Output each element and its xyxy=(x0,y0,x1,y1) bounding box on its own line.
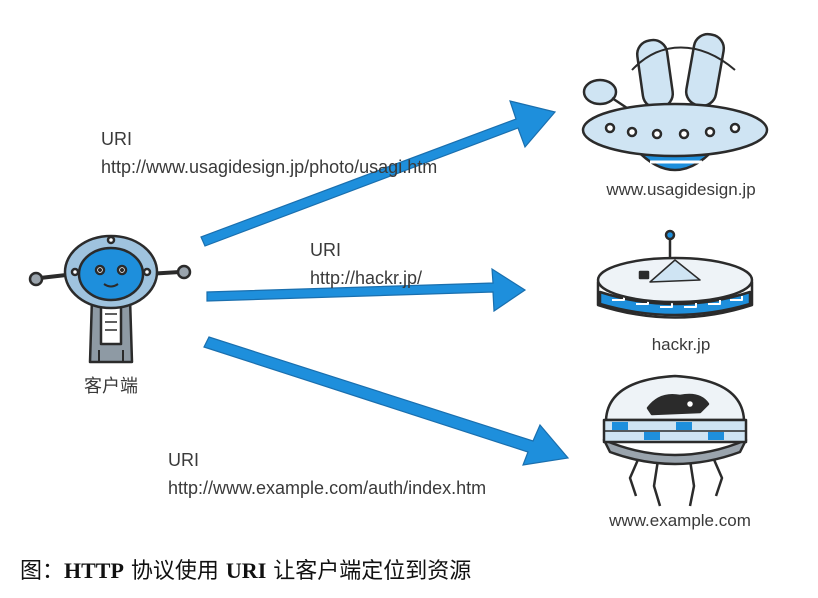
caption-prefix: 图： xyxy=(20,559,65,584)
server-3-label: www.example.com xyxy=(608,511,751,530)
uri-diagram: 客户端 URI http://www.usagidesign.jp/photo/… xyxy=(28,32,769,530)
caption-text-1: 协议使用 xyxy=(123,559,226,584)
caption-uri: URI xyxy=(225,558,267,583)
hackr-server-icon xyxy=(596,229,754,319)
caption-text-2: 让客户端定位到资源 xyxy=(266,559,472,584)
client-label: 客户端 xyxy=(84,376,138,396)
usagidesign-server-icon xyxy=(581,32,769,176)
request-2-heading: URI xyxy=(310,240,341,260)
arrow-to-example xyxy=(203,336,570,466)
server-1-label: www.usagidesign.jp xyxy=(605,180,755,199)
request-1-uri: http://www.usagidesign.jp/photo/usagi.ht… xyxy=(101,157,437,177)
figure-caption: 图：HTTP 协议使用 URI 让客户端定位到资源 xyxy=(20,553,471,585)
client-robot-icon xyxy=(28,234,192,364)
request-3-heading: URI xyxy=(168,450,199,470)
request-2-uri: http://hackr.jp/ xyxy=(310,268,422,288)
server-2-label: hackr.jp xyxy=(652,335,711,354)
example-server-icon xyxy=(602,374,748,507)
request-3-uri: http://www.example.com/auth/index.htm xyxy=(168,478,486,498)
caption-http: HTTP xyxy=(64,558,124,583)
request-1-heading: URI xyxy=(101,129,132,149)
